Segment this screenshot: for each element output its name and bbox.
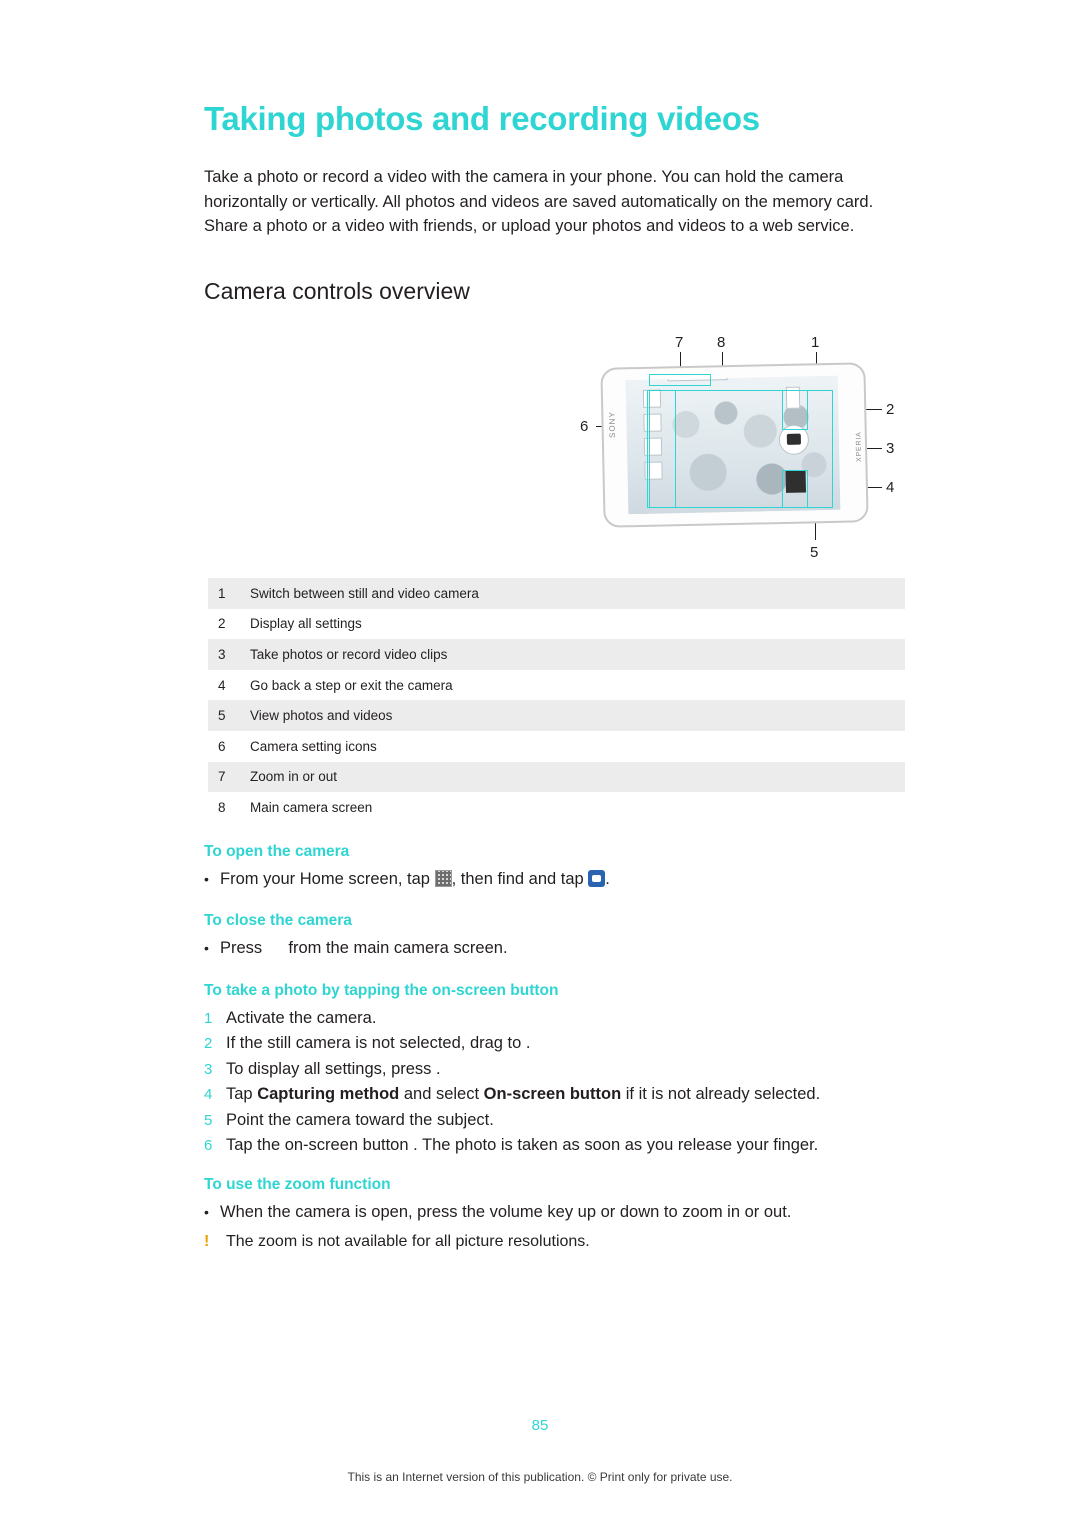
bullet-dot: • (204, 871, 209, 887)
legend-num: 3 (218, 646, 226, 662)
intro-paragraph: Take a photo or record a video with the … (204, 168, 874, 235)
table-row: 4 Go back a step or exit the camera (208, 670, 905, 701)
highlight-zoom (649, 374, 711, 386)
procedure-heading: To take a photo by tapping the on-screen… (204, 982, 559, 999)
warning-icon: ! (204, 1233, 210, 1250)
legend-text: Take photos or record video clips (250, 646, 448, 662)
procedure-bullet: • When the camera is open, press the vol… (204, 1200, 904, 1224)
camera-app-icon (588, 870, 606, 887)
procedure-heading: To close the camera (204, 912, 352, 929)
list-item: 1 Activate the camera. (204, 1006, 904, 1031)
step-text: If the still camera is not selected, dra… (226, 1034, 531, 1053)
procedure-zoom-function: To use the zoom function • When the came… (204, 1176, 904, 1254)
page-footer: This is an Internet version of this publ… (347, 1470, 733, 1484)
step-text: Activate the camera. (226, 1009, 377, 1027)
procedure-heading: To open the camera (204, 843, 350, 860)
procedure-step-text: When the camera is open, press the volum… (220, 1203, 792, 1221)
close-camera-text-b: from the main camera screen. (288, 939, 508, 957)
step-bold-onscreen-button: On-screen button (483, 1085, 622, 1104)
procedure-close-camera: To close the camera • Press from the mai… (204, 912, 904, 960)
callout-2: 2 (886, 401, 895, 418)
legend-table: 1 Switch between still and video camera … (208, 578, 905, 823)
legend-num: 6 (218, 738, 226, 754)
legend-num: 7 (218, 769, 226, 785)
legend-text: Display all settings (250, 616, 362, 632)
back-key-icon (267, 939, 284, 956)
legend-num: 1 (218, 585, 226, 601)
step-number: 1 (204, 1010, 213, 1027)
step-number: 4 (204, 1086, 213, 1104)
step-text: Tap Capturing method and select On-scree… (226, 1085, 821, 1104)
table-row: 6 Camera setting icons (208, 731, 905, 762)
list-item: 3 To display all settings, press . (204, 1057, 904, 1082)
procedure-bullet: • From your Home screen, tap , then find… (204, 867, 904, 891)
step-number: 3 (204, 1060, 213, 1078)
callout-4: 4 (886, 479, 895, 496)
highlight-mode-switch (782, 390, 808, 430)
callout-8: 8 (717, 334, 726, 351)
callout-3: 3 (886, 440, 895, 457)
step-text: Point the camera toward the subject. (226, 1110, 494, 1129)
legend-text: Camera setting icons (250, 738, 377, 754)
highlight-gallery (782, 470, 808, 508)
procedure-heading: To use the zoom function (204, 1176, 391, 1193)
legend-text: Main camera screen (250, 799, 373, 815)
procedure-bullet: • Press from the main camera screen. (204, 936, 904, 960)
procedure-step-text: From your Home screen, tap , then find a… (220, 867, 610, 891)
apps-grid-icon (434, 870, 452, 887)
step-number: 5 (204, 1111, 213, 1129)
callout-6: 6 (580, 418, 589, 435)
legend-num: 8 (218, 799, 226, 815)
section-heading: Camera controls overview (204, 278, 470, 304)
bullet-dot: • (204, 940, 209, 956)
procedure-tap-photo: To take a photo by tapping the on-screen… (204, 982, 904, 1158)
page-number: 85 (531, 1417, 549, 1434)
numbered-steps: 1 Activate the camera. 2 If the still ca… (204, 1006, 904, 1158)
legend-text: Switch between still and video camera (250, 585, 479, 601)
legend-text: View photos and videos (250, 708, 393, 724)
step-number: 2 (204, 1035, 213, 1053)
model-label: XPERIA (855, 431, 863, 462)
step-number: 6 (204, 1137, 213, 1155)
step-text: Tap the on-screen button . The photo is … (226, 1136, 819, 1155)
procedure-open-camera: To open the camera • From your Home scre… (204, 843, 904, 891)
table-row: 1 Switch between still and video camera (208, 578, 905, 609)
page-title: Taking photos and recording videos (204, 100, 760, 137)
camera-controls-figure: 7 8 1 2 3 4 5 6 SONY XPERIA (364, 330, 904, 570)
step-bold-capturing-method: Capturing method (257, 1085, 400, 1104)
callout-5: 5 (810, 544, 819, 561)
legend-num: 5 (218, 708, 226, 724)
bullet-dot: • (204, 1204, 209, 1220)
list-item: 6 Tap the on-screen button . The photo i… (204, 1133, 904, 1158)
legend-num: 2 (218, 616, 226, 632)
table-row: 5 View photos and videos (208, 700, 905, 731)
open-camera-text-c: . (605, 870, 610, 888)
table-row: 8 Main camera screen (208, 792, 905, 823)
list-item: 4 Tap Capturing method and select On-scr… (204, 1082, 904, 1107)
list-item: 5 Point the camera toward the subject. (204, 1108, 904, 1133)
close-camera-text-a: Press (220, 939, 263, 957)
brand-label: SONY (607, 411, 617, 438)
callout-1: 1 (811, 334, 820, 351)
legend-num: 4 (218, 677, 226, 693)
table-row: 7 Zoom in or out (208, 761, 905, 793)
callout-7: 7 (675, 334, 684, 351)
step-text: To display all settings, press . (226, 1059, 441, 1078)
open-camera-text-a: From your Home screen, tap (220, 870, 430, 888)
highlight-setting-icons (649, 390, 676, 508)
legend-text: Zoom in or out (250, 769, 338, 785)
table-row: 2 Display all settings (208, 609, 905, 640)
open-camera-text-b: , then find and tap (451, 870, 584, 888)
note-text: The zoom is not available for all pictur… (226, 1233, 590, 1250)
procedure-step-text: Press from the main camera screen. (220, 936, 508, 960)
document-page: Taking photos and recording videos Take … (0, 0, 1080, 1527)
list-item: 2 If the still camera is not selected, d… (204, 1031, 904, 1056)
table-row: 3 Take photos or record video clips (208, 639, 905, 670)
note-row: ! The zoom is not available for all pict… (204, 1230, 904, 1254)
legend-text: Go back a step or exit the camera (250, 677, 453, 693)
